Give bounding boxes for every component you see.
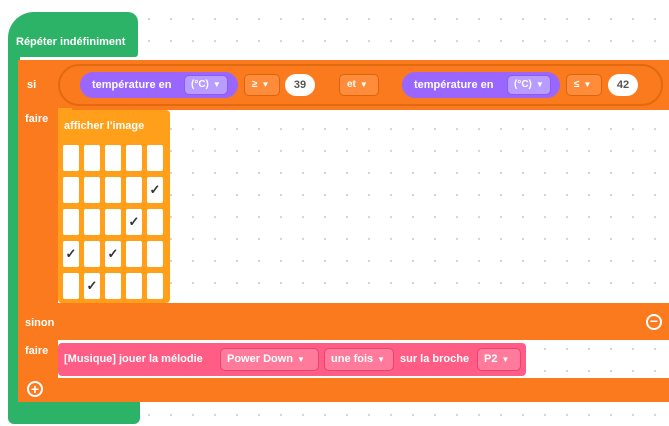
caret-down-icon: ▼	[359, 80, 368, 89]
operator-dropdown-left[interactable]: ≥ ▼	[244, 74, 280, 96]
value-input-left[interactable]: 39	[285, 74, 315, 96]
led-grid: ✓ ✓ ✓ ✓ ✓	[63, 145, 165, 299]
if-else-footer	[18, 378, 669, 402]
else-label: sinon	[25, 317, 55, 329]
led-cell[interactable]	[84, 241, 100, 267]
caret-down-icon: ▼	[535, 80, 544, 89]
caret-down-icon: ▼	[377, 355, 386, 364]
unit-dropdown-left[interactable]: (°C) ▼	[184, 75, 228, 95]
led-cell[interactable]: ✓	[84, 273, 100, 299]
unit-value: (°C)	[514, 79, 532, 90]
sensor-label: température en	[414, 79, 494, 91]
led-cell[interactable]	[126, 177, 142, 203]
led-cell[interactable]	[105, 209, 121, 235]
led-cell[interactable]	[105, 177, 121, 203]
then-label: faire	[25, 113, 49, 125]
show-image-label: afficher l'image	[64, 120, 145, 132]
logic-operator-dropdown[interactable]: et ▼	[339, 74, 379, 96]
led-cell[interactable]: ✓	[147, 177, 163, 203]
pin-dropdown[interactable]: P2 ▼	[477, 348, 521, 371]
melody-dropdown[interactable]: Power Down ▼	[220, 348, 319, 371]
led-cell[interactable]	[126, 241, 142, 267]
repeat-value: une fois	[331, 353, 374, 365]
forever-loop-footer	[8, 400, 140, 424]
operator-value: ≤	[574, 79, 580, 90]
led-cell[interactable]: ✓	[126, 209, 142, 235]
minus-circle-icon[interactable]: −	[646, 314, 662, 330]
forever-loop-label: Répéter indéfiniment	[16, 36, 126, 48]
led-cell[interactable]	[147, 273, 163, 299]
led-cell[interactable]	[147, 209, 163, 235]
operator-value: ≥	[252, 79, 258, 90]
led-cell[interactable]	[126, 145, 142, 171]
led-cell[interactable]	[147, 145, 163, 171]
led-cell[interactable]	[63, 209, 79, 235]
led-cell[interactable]: ✓	[63, 241, 79, 267]
melody-value: Power Down	[227, 353, 294, 365]
value-input-right[interactable]: 42	[608, 74, 638, 96]
led-cell[interactable]	[126, 273, 142, 299]
caret-down-icon: ▼	[297, 355, 305, 364]
else-then-label: faire	[25, 345, 49, 357]
caret-down-icon: ▼	[583, 80, 592, 89]
repeat-dropdown[interactable]: une fois ▼	[324, 348, 394, 371]
pin-value: P2	[484, 353, 498, 365]
caret-down-icon: ▼	[261, 80, 270, 89]
led-cell[interactable]: ✓	[105, 241, 121, 267]
unit-value: (°C)	[191, 79, 209, 90]
plus-circle-icon[interactable]: +	[27, 381, 43, 397]
else-section	[18, 303, 669, 340]
logic-operator-value: et	[347, 79, 356, 90]
led-cell[interactable]	[84, 145, 100, 171]
led-cell[interactable]	[147, 241, 163, 267]
pin-label: sur la broche	[400, 353, 470, 365]
led-cell[interactable]	[84, 209, 100, 235]
led-cell[interactable]	[63, 145, 79, 171]
forever-loop-block[interactable]	[8, 12, 138, 57]
led-cell[interactable]	[105, 145, 121, 171]
unit-dropdown-right[interactable]: (°C) ▼	[507, 75, 551, 95]
sensor-label: température en	[92, 79, 172, 91]
if-label: si	[27, 79, 37, 91]
led-cell[interactable]	[63, 177, 79, 203]
led-cell[interactable]	[63, 273, 79, 299]
play-melody-label: [Musique] jouer la mélodie	[64, 353, 203, 365]
led-cell[interactable]	[105, 273, 121, 299]
caret-down-icon: ▼	[501, 355, 510, 364]
caret-down-icon: ▼	[212, 80, 221, 89]
led-cell[interactable]	[84, 177, 100, 203]
operator-dropdown-right[interactable]: ≤ ▼	[566, 74, 602, 96]
